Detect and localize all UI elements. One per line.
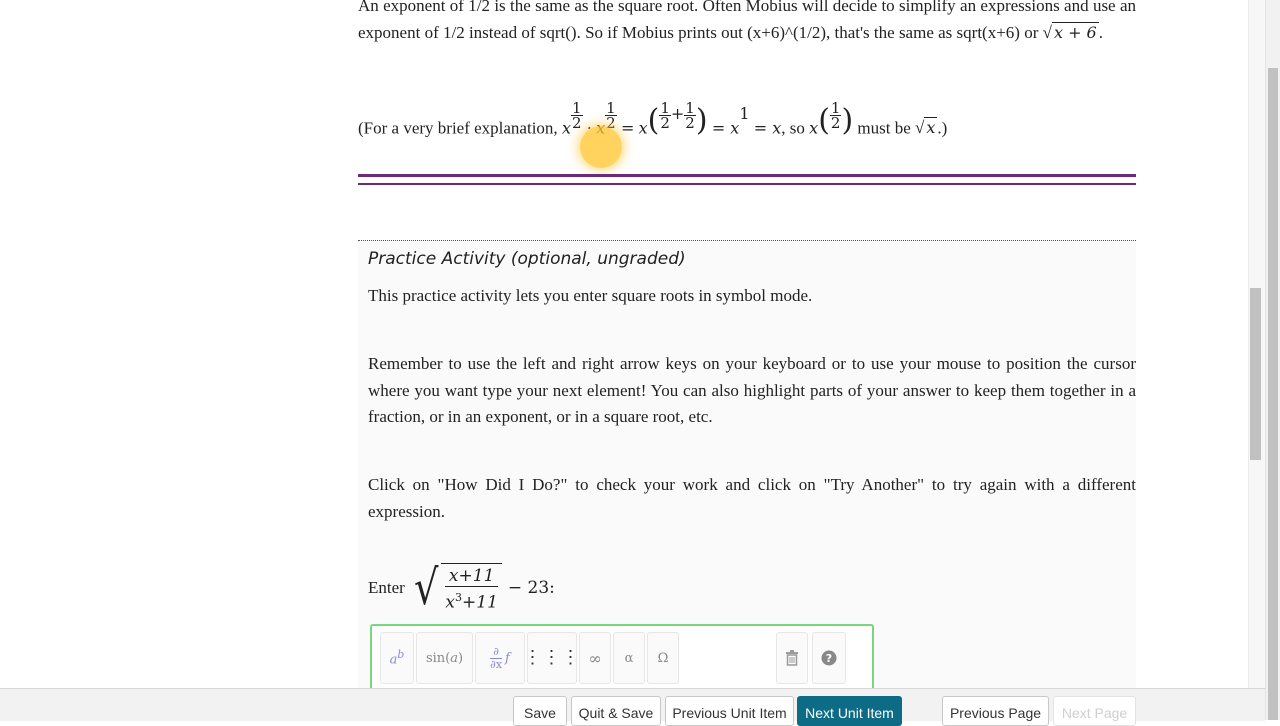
practice-paragraph-3: Click on "How Did I Do?" to check your w… [368,475,1136,521]
sin-button[interactable]: sin(a) [416,632,473,684]
sqrt-x: √ x [915,117,938,138]
cursor-highlight [580,126,622,168]
question-expression: √ x+11 x3+11 [411,563,502,614]
enter-label: Enter [368,578,405,598]
partial-derivative-button[interactable]: ∂ ∂x f [475,632,525,684]
omega-button[interactable]: Ω [647,632,679,684]
practice-title: Practice Activity (optional, ungraded) [368,249,686,269]
window-scrollbar-thumb[interactable] [1268,68,1278,720]
explanation-prefix: (For a very brief explanation, [358,118,558,138]
explanation-paragraph: (For a very brief explanation, x12 · x12… [358,101,1136,144]
section-divider [358,174,1136,185]
previous-page-button[interactable]: Previous Page [942,696,1049,726]
practice-paragraph-2: Remember to use the left and right arrow… [368,354,1136,426]
trash-icon[interactable] [776,632,808,684]
matrix-button[interactable]: ⋮⋮⋮ [524,632,580,684]
svg-text:?: ? [826,652,832,665]
next-unit-item-button[interactable]: Next Unit Item [797,696,902,726]
explanation-so: , so [781,118,805,138]
frac-half: 12 [570,99,583,132]
alpha-button[interactable]: α [613,632,645,684]
expr-numerator: x+11 [445,566,498,587]
intro-text: An exponent of 1/2 is the same as the sq… [358,0,1136,42]
expr-denominator: x3+11 [445,591,498,613]
quit-save-button[interactable]: Quit & Save [571,696,661,726]
infinity-button[interactable]: ∞ [579,632,611,684]
practice-paragraph-1: This practice activity lets you enter sq… [368,286,813,305]
math-x-half: x [561,118,571,138]
question-prompt: Enter √ x+11 x3+11 − 23: [368,563,555,614]
save-button[interactable]: Save [513,696,567,726]
practice-activity-box: Practice Activity (optional, ungraded) T… [358,240,1136,708]
help-icon[interactable]: ? [812,632,846,684]
explanation-suffix: .) [937,118,948,138]
sqrt-x-plus-6: √ x + 6 [1042,21,1099,42]
previous-unit-item-button[interactable]: Previous Unit Item [665,696,794,726]
explanation-must-be: must be [857,118,911,138]
power-button[interactable]: ab [380,632,414,684]
inner-scrollbar-thumb[interactable] [1250,288,1261,460]
intro-paragraph: An exponent of 1/2 is the same as the sq… [358,0,1136,46]
expr-tail: − 23: [507,578,555,599]
next-page-button[interactable]: Next Page [1053,696,1136,726]
